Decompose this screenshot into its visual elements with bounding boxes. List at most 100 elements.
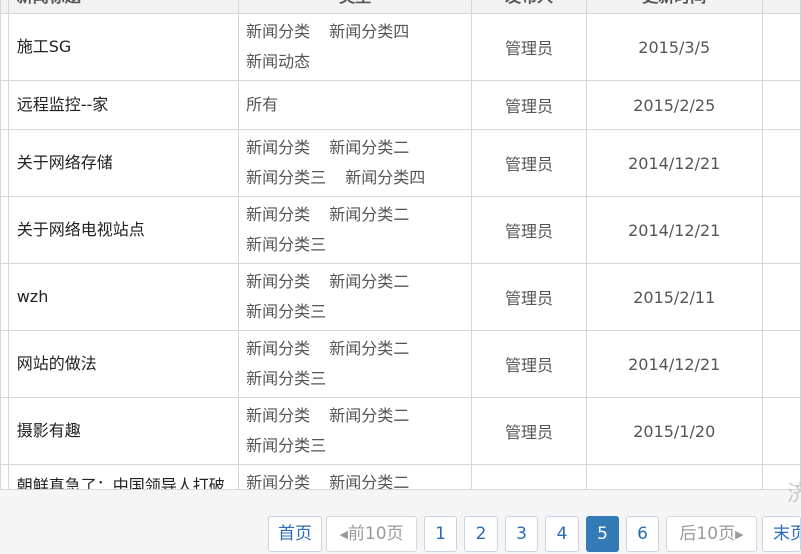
category-tag: 新闻分类二 xyxy=(329,272,410,291)
row-edge xyxy=(0,464,9,489)
next-10-pages-label: 后10页 xyxy=(679,524,736,544)
category-tag: 新闻分类四 xyxy=(345,168,426,187)
news-table-container: 新闻标题 类型 发布人 更新时间 施工SG新闻分类 新闻分类四 新闻动态 管理员… xyxy=(0,0,801,489)
news-category-cell: 所有 xyxy=(238,80,473,130)
row-edge xyxy=(0,330,9,398)
news-title-cell[interactable]: 施工SG xyxy=(7,13,240,81)
category-tag: 新闻分类三 xyxy=(246,436,327,455)
header-edge-right xyxy=(761,0,801,14)
news-date-cell: 2014/12/21 xyxy=(585,330,763,398)
prev-10-pages-button[interactable]: ◀前10页 xyxy=(326,516,417,552)
header-category[interactable]: 类型 xyxy=(238,0,473,14)
row-edge-right xyxy=(761,129,801,197)
row-edge-right xyxy=(761,80,801,130)
table-row[interactable]: 网站的做法 新闻分类 新闻分类二 新闻分类三 管理员 2014/12/21 xyxy=(0,330,801,398)
news-title-cell[interactable]: 关于网络电视站点 xyxy=(7,196,240,264)
news-date-cell: 2015/1/20 xyxy=(585,397,763,465)
row-edge xyxy=(0,196,9,264)
category-tag: 新闻分类 xyxy=(246,22,311,41)
category-tag: 新闻分类 xyxy=(246,205,311,224)
row-edge xyxy=(0,263,9,331)
category-tag: 新闻分类三 xyxy=(246,168,327,187)
news-category-cell: 新闻分类 新闻分类二 新闻分类三 xyxy=(238,330,473,398)
row-edge-right xyxy=(761,397,801,465)
news-date-cell: 2015/2/11 xyxy=(585,263,763,331)
right-triangle-icon: ▶ xyxy=(735,528,744,541)
category-tag: 新闻分类 xyxy=(246,339,311,358)
news-title-cell[interactable]: 网站的做法 xyxy=(7,330,240,398)
row-edge-right xyxy=(761,196,801,264)
news-author-cell: 管理员 xyxy=(471,397,587,465)
row-edge xyxy=(0,397,9,465)
news-title-cell[interactable]: 关于网络存储 xyxy=(7,129,240,197)
table-row[interactable]: 施工SG 新闻分类 新闻分类四 新闻动态 管理员 2015/3/5 xyxy=(0,13,801,81)
first-page-button[interactable]: 首页 xyxy=(268,516,322,552)
news-author-cell: 管理员 xyxy=(471,80,587,130)
table-row[interactable]: 关于网络存储 新闻分类 新闻分类二 新闻分类三 新闻分类四 管理员 2014/12/… xyxy=(0,129,801,197)
news-category-cell: 新闻分类 新闻分类四 新闻动态 xyxy=(238,13,473,81)
news-category-cell: 新闻分类 新闻分类二 新闻分类三 新闻分类四 xyxy=(238,129,473,197)
page-3-button[interactable]: 3 xyxy=(505,516,538,552)
row-edge xyxy=(0,129,9,197)
news-author-cell: 管理员 xyxy=(471,464,587,489)
category-tag: 新闻分类三 xyxy=(246,369,327,388)
news-date-cell: 2014/12/21 xyxy=(585,129,763,197)
table-row[interactable]: wzh 新闻分类 新闻分类二 新闻分类三 管理员 2015/2/11 xyxy=(0,263,801,331)
category-tag: 新闻分类 xyxy=(246,406,311,425)
news-table: 新闻标题 类型 发布人 更新时间 施工SG新闻分类 新闻分类四 新闻动态 管理员… xyxy=(0,0,801,489)
prev-10-pages-label: 前10页 xyxy=(347,524,404,544)
table-header-row: 新闻标题 类型 发布人 更新时间 xyxy=(0,0,801,14)
category-tag: 新闻分类四 xyxy=(329,22,410,41)
category-tag: 新闻分类 xyxy=(246,138,311,157)
table-row[interactable]: 朝鲜真急了：中国领导人打破了一个老传统新闻分类 新闻分类二 新闻分类三 管理员2… xyxy=(0,464,801,489)
news-title-cell[interactable]: 远程监控--家 xyxy=(7,80,240,130)
news-author-cell: 管理员 xyxy=(471,263,587,331)
table-row[interactable]: 摄影有趣 新闻分类 新闻分类二 新闻分类三 管理员 2015/1/20 xyxy=(0,397,801,465)
news-title-cell[interactable]: 朝鲜真急了：中国领导人打破了一个老传统 xyxy=(7,464,240,489)
row-edge-right xyxy=(761,330,801,398)
news-date-cell: 2015/2/25 xyxy=(585,80,763,130)
page-2-button[interactable]: 2 xyxy=(464,516,498,552)
news-author-cell: 管理员 xyxy=(471,196,587,264)
next-10-pages-button[interactable]: 后10页▶ xyxy=(666,516,757,552)
page-5-button-active[interactable]: 5 xyxy=(586,516,619,552)
watermark-text: 济 xyxy=(787,482,801,507)
row-edge-right xyxy=(761,13,801,81)
news-author-cell: 管理员 xyxy=(471,129,587,197)
header-edge xyxy=(0,0,9,14)
page-1-button[interactable]: 1 xyxy=(424,516,457,552)
news-category-cell: 新闻分类 新闻分类二 新闻分类三 xyxy=(238,397,473,465)
header-author[interactable]: 发布人 xyxy=(471,0,587,14)
news-author-cell: 管理员 xyxy=(471,330,587,398)
category-tag: 新闻分类二 xyxy=(329,138,410,157)
category-tag: 新闻分类二 xyxy=(329,406,410,425)
news-category-cell: 新闻分类 新闻分类二 新闻分类三 xyxy=(238,196,473,264)
row-edge xyxy=(0,13,9,81)
category-tag: 所有 xyxy=(246,95,279,114)
news-category-cell: 新闻分类 新闻分类二 新闻分类三 xyxy=(238,464,473,489)
news-title-cell[interactable]: wzh xyxy=(7,263,240,331)
news-date-cell: 2015/3/5 xyxy=(585,13,763,81)
news-title-cell[interactable]: 摄影有趣 xyxy=(7,397,240,465)
news-category-cell: 新闻分类 新闻分类二 新闻分类三 xyxy=(238,263,473,331)
table-row[interactable]: 关于网络电视站点 新闻分类 新闻分类二 新闻分类三 管理员 2014/12/21 xyxy=(0,196,801,264)
category-tag: 新闻分类 xyxy=(246,272,311,291)
header-title[interactable]: 新闻标题 xyxy=(7,0,240,14)
category-tag: 新闻分类三 xyxy=(246,302,327,321)
left-triangle-icon: ◀ xyxy=(339,528,348,541)
header-date[interactable]: 更新时间 xyxy=(585,0,763,14)
category-tag: 新闻分类二 xyxy=(329,339,410,358)
row-edge xyxy=(0,80,9,130)
news-date-cell: 2015/1/20 xyxy=(585,464,763,489)
category-tag: 新闻分类二 xyxy=(329,473,410,489)
news-date-cell: 2014/12/21 xyxy=(585,196,763,264)
page-6-button[interactable]: 6 xyxy=(626,516,659,552)
category-tag: 新闻分类二 xyxy=(329,205,410,224)
table-row[interactable]: 远程监控--家 所有 管理员 2015/2/25 xyxy=(0,80,801,130)
category-tag: 新闻分类 xyxy=(246,473,311,489)
page-4-button[interactable]: 4 xyxy=(545,516,579,552)
news-author-cell: 管理员 xyxy=(471,13,587,81)
last-page-button[interactable]: 末页 xyxy=(762,516,801,552)
category-tag: 新闻分类三 xyxy=(246,235,327,254)
category-tag: 新闻动态 xyxy=(246,52,311,71)
